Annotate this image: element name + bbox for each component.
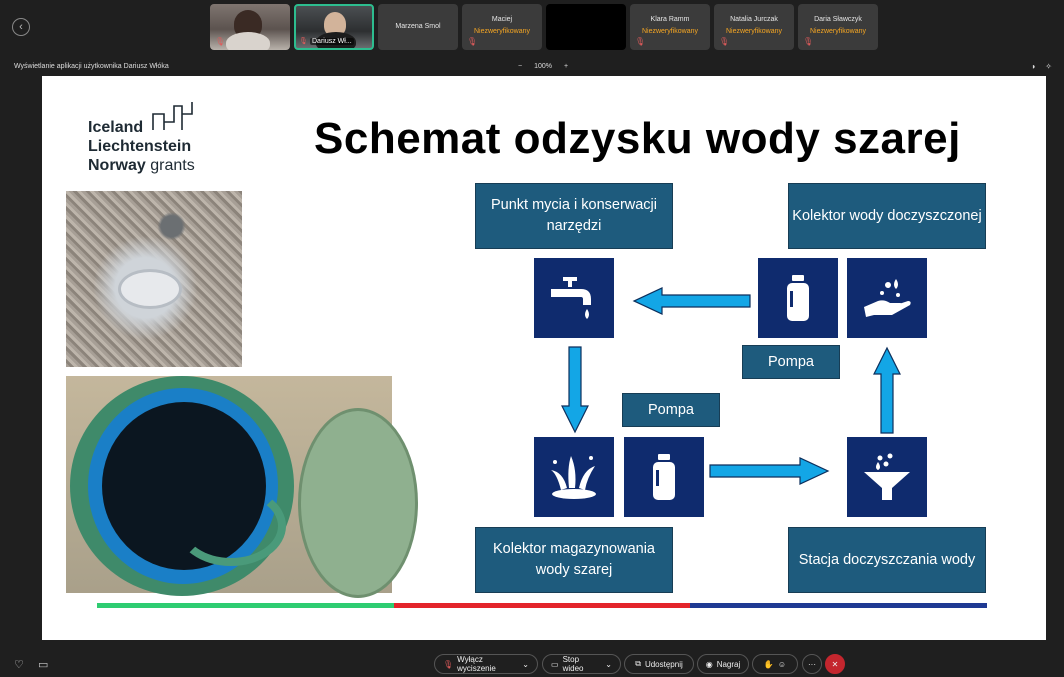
participant-tile[interactable]: Daria Sławczyk Niezweryfikowany 🎙 [798,4,878,50]
unmute-button[interactable]: 🎙 Wyłącz wyciszenie ⌄ [434,654,538,674]
participant-name: Natalia Jurczak [730,16,778,23]
photo-collector-tank [66,376,418,598]
share-label: Udostępnij [644,659,683,669]
mic-muted-icon: 🎙 [719,37,730,46]
share-screen-icon: ⧉ [635,659,641,668]
chevron-down-icon: ⌄ [605,659,612,669]
mic-muted-icon: 🎙 [635,37,646,46]
stripe-red [394,603,690,608]
meeting-toolbar: ♡ ▭ 🎙 Wyłącz wyciszenie ⌄ ▭ Stop wideo ⌄… [0,654,1064,676]
unverified-badge: Niezweryfikowany [725,28,783,35]
back-button[interactable]: ‹ [12,18,30,36]
unverified-badge: Niezweryfikowany [641,28,699,35]
mic-muted-icon: 🎙 [467,37,478,46]
arrow-up [873,346,901,434]
participant-name: Marzena Smol [395,23,441,30]
mic-muted-icon: 🎙 [803,37,814,46]
arrow-right [709,457,830,485]
participant-body [226,32,270,50]
reactions-button[interactable]: ✋ ☺ [752,654,798,674]
participant-tile[interactable]: Maciej Niezweryfikowany 🎙 [462,4,542,50]
stripe-green [97,603,394,608]
more-options-button[interactable]: ··· [802,654,822,674]
box-wash-point: Punkt mycia i konserwacji narzędzi [475,183,673,249]
participant-tile[interactable]: Klara Ramm Niezweryfikowany 🎙 [630,4,710,50]
photo-wash-station [66,191,242,367]
camera-icon: ▭ [551,659,559,669]
unverified-badge: Niezweryfikowany [473,28,531,35]
pump-icon [758,258,838,338]
shared-slide: Iceland Liechtenstein Norway grants Sche… [42,76,1046,640]
participant-tile-video[interactable]: 🎙 [210,4,290,50]
unverified-badge: Niezweryfikowany [809,28,867,35]
share-view-options: ◑ ✧ [1030,62,1052,71]
close-icon: ✕ [831,659,839,669]
box-treatment-station: Stacja doczyszczania wody [788,527,986,593]
pin-icon[interactable]: ✧ [1045,62,1052,71]
box-pump: Pompa [622,393,720,427]
reactions-icon[interactable]: ♡ [14,658,24,671]
leave-meeting-button[interactable]: ✕ [825,654,845,674]
view-options-icon[interactable]: ◑ [1030,62,1035,71]
record-icon: ◉ [705,659,713,669]
stop-video-label: Stop wideo [562,655,584,673]
logo-line: Norway [88,157,146,174]
mic-muted-icon: 🎙 [299,38,308,45]
mic-muted-icon: 🎙 [443,659,454,669]
zoom-in-button[interactable]: + [564,63,568,70]
participant-tile-black[interactable] [546,4,626,50]
share-button[interactable]: ⧉ Udostępnij [624,654,694,674]
splash-icon [534,437,614,517]
participant-tile-active-speaker[interactable]: Dariusz Wł... 🎙 [294,4,374,50]
logo-line: grants [150,157,195,174]
participant-name: Dariusz Wł... [310,38,354,45]
box-storage-collector: Kolektor magazynowania wody szarej [475,527,673,593]
unmute-label: Wyłącz wyciszenie [457,655,496,673]
participant-name: Maciej [491,16,513,23]
pump-icon [624,437,704,517]
participant-name: Klara Ramm [650,16,690,23]
zoom-level: 100% [534,63,552,70]
chevron-down-icon: ⌄ [522,659,529,669]
logo-line: Liechtenstein [88,138,192,155]
stripe-blue [690,603,987,608]
chat-icon[interactable]: ▭ [38,658,48,671]
arrow-left [632,287,751,315]
participant-tile[interactable]: Natalia Jurczak Niezweryfikowany 🎙 [714,4,794,50]
emoji-icon: ☺ [777,659,787,669]
box-pump: Pompa [742,345,840,379]
mic-muted-icon: 🎙 [215,37,226,46]
record-label: Nagraj [716,659,741,669]
filter-funnel-icon [847,437,927,517]
slide-title: Schemat odzysku wody szarej [314,114,961,163]
faucet-icon [534,258,614,338]
participant-tile[interactable]: Marzena Smol [378,4,458,50]
arrow-down [561,346,589,434]
box-clean-collector: Kolektor wody doczyszczonej [788,183,986,249]
zoom-controls: − 100% + [518,63,568,70]
raise-hand-icon: ✋ [763,659,774,669]
zoom-out-button[interactable]: − [518,63,522,70]
participant-name: Daria Sławczyk [814,16,862,23]
eea-grants-logo-icon [152,102,193,130]
stop-video-button[interactable]: ▭ Stop wideo ⌄ [542,654,621,674]
record-button[interactable]: ◉ Nagraj [697,654,749,674]
share-label: Wyświetlanie aplikacji użytkownika Dariu… [14,63,169,70]
hand-water-icon [847,258,927,338]
